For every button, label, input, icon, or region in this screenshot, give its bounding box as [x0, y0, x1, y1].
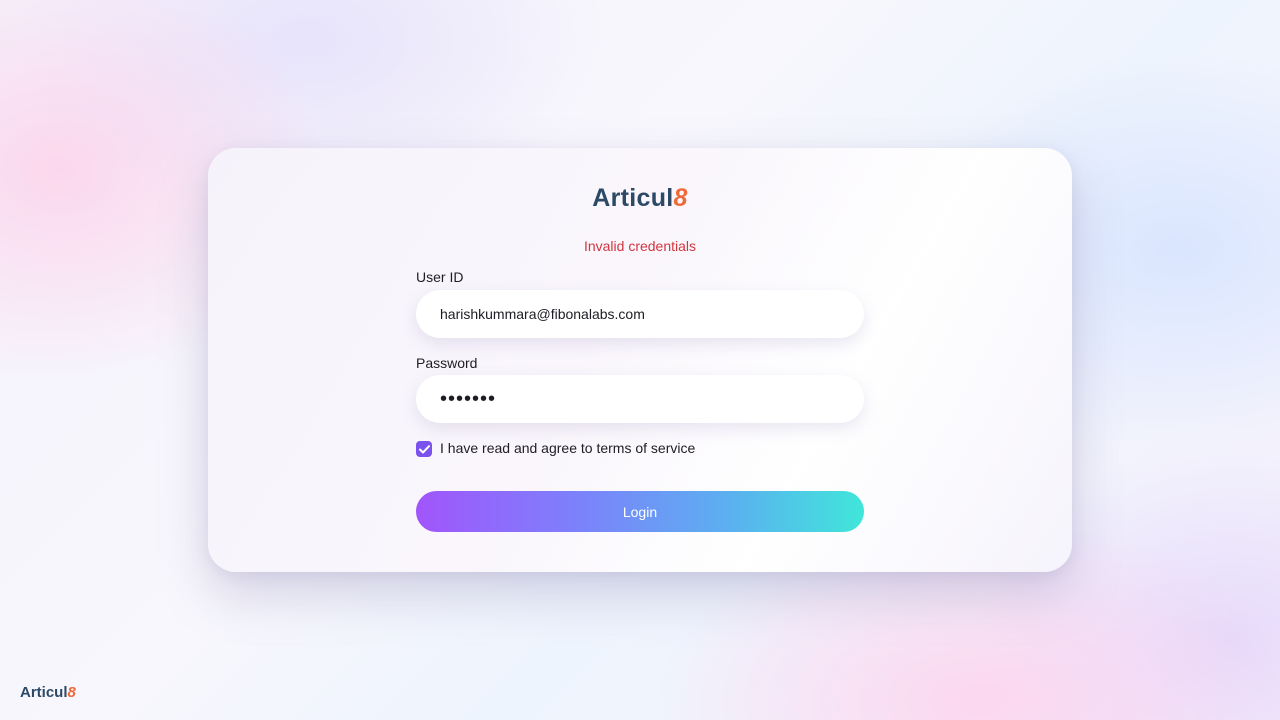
- password-label: Password: [416, 355, 478, 371]
- login-card: Articul8 Invalid credentials User ID Pas…: [208, 148, 1072, 572]
- footer-brand-mark: 8: [67, 684, 76, 701]
- brand-name: Articul: [592, 184, 674, 212]
- checkmark-icon: [418, 444, 430, 453]
- user-id-label: User ID: [416, 269, 464, 285]
- footer-logo: Articul8: [20, 684, 76, 701]
- terms-checkbox[interactable]: [416, 441, 432, 457]
- password-input[interactable]: [416, 375, 864, 423]
- brand-logo: Articul8: [208, 184, 1072, 213]
- footer-brand-name: Articul: [20, 684, 68, 701]
- terms-label[interactable]: I have read and agree to terms of servic…: [440, 440, 695, 456]
- brand-mark: 8: [673, 184, 688, 212]
- login-button[interactable]: Login: [416, 491, 864, 532]
- user-id-input[interactable]: [416, 290, 864, 338]
- error-message: Invalid credentials: [583, 238, 697, 254]
